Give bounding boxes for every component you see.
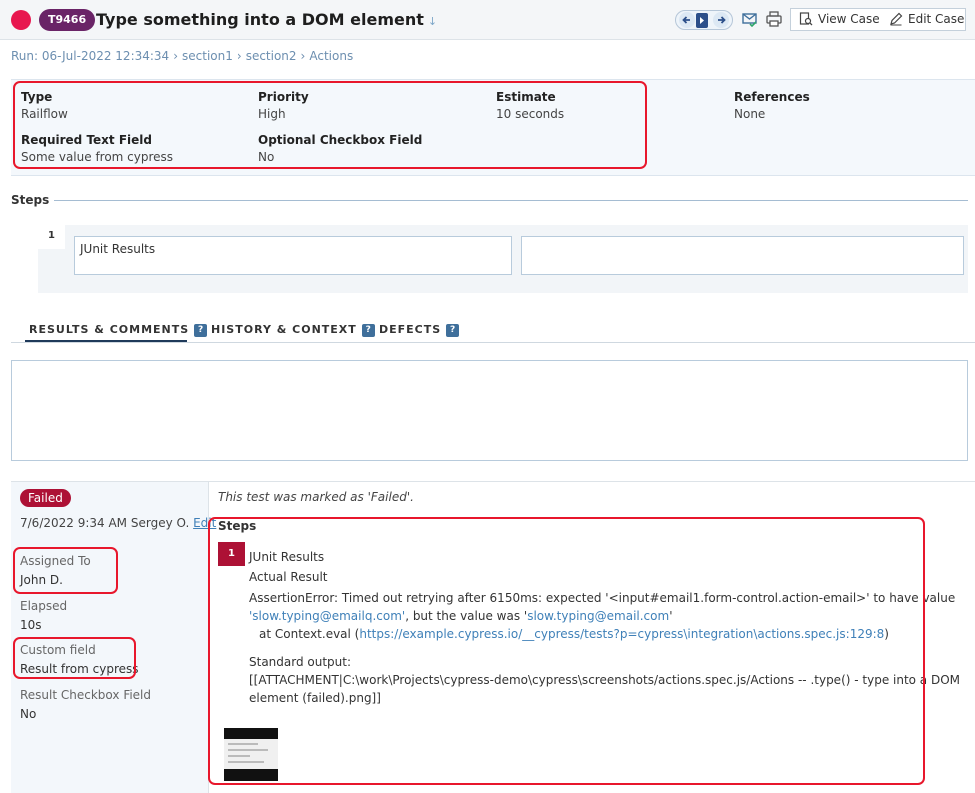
breadcrumb-separator: › bbox=[300, 49, 306, 63]
breadcrumb-separator: › bbox=[236, 49, 242, 63]
breadcrumb-actions[interactable]: Actions bbox=[309, 49, 353, 63]
step-content-text: JUnit Results bbox=[80, 242, 156, 256]
tabs-divider bbox=[11, 342, 975, 343]
breadcrumb: Run: 06-Jul-2022 12:34:34 › section1 › secti… bbox=[11, 49, 353, 63]
edit-case-label: Edit Case bbox=[908, 12, 965, 26]
print-icon[interactable] bbox=[765, 10, 783, 28]
highlight-box-fields bbox=[13, 81, 647, 169]
result-checkbox-label: Result Checkbox Field bbox=[20, 688, 152, 702]
highlight-box-result-steps bbox=[208, 517, 925, 785]
status-dot bbox=[11, 10, 31, 30]
steps-divider bbox=[54, 200, 968, 201]
title-caret-icon[interactable]: ↓ bbox=[428, 15, 437, 28]
tab-history-context[interactable]: HISTORY & CONTEXT? bbox=[211, 323, 375, 337]
case-title-text: Type something into a DOM element bbox=[96, 10, 424, 29]
case-id-badge[interactable]: T9466 bbox=[39, 9, 96, 31]
previous-case-icon[interactable] bbox=[679, 12, 695, 28]
elapsed-label: Elapsed bbox=[20, 599, 68, 613]
help-icon[interactable]: ? bbox=[446, 324, 460, 337]
field-references-label: References bbox=[734, 90, 810, 104]
highlight-box-custom bbox=[13, 637, 136, 679]
edit-case-button[interactable]: Edit Case bbox=[889, 9, 964, 30]
breadcrumb-run[interactable]: Run: 06-Jul-2022 12:34:34 bbox=[11, 49, 169, 63]
case-actions: View Case Edit Case bbox=[790, 8, 966, 31]
breadcrumb-separator: › bbox=[173, 49, 179, 63]
tab-defects-label: DEFECTS bbox=[379, 323, 442, 336]
highlight-box-assigned bbox=[13, 547, 118, 594]
result-meta: 7/6/2022 9:34 AM Sergey O. Edit bbox=[20, 516, 216, 530]
result-checkbox-value: No bbox=[20, 707, 37, 721]
elapsed-value: 10s bbox=[20, 618, 42, 632]
next-case-icon[interactable] bbox=[713, 12, 729, 28]
edit-case-icon bbox=[890, 12, 903, 26]
help-icon[interactable]: ? bbox=[361, 324, 375, 337]
tab-results-comments-label: RESULTS & COMMENTS bbox=[29, 323, 190, 336]
step-number: 1 bbox=[38, 225, 65, 249]
help-icon[interactable]: ? bbox=[194, 324, 208, 337]
tab-defects[interactable]: DEFECTS? bbox=[379, 323, 460, 337]
status-badge: Failed bbox=[20, 489, 71, 507]
case-header: T9466 Type something into a DOM element ↓… bbox=[0, 0, 975, 40]
breadcrumb-section2[interactable]: section2 bbox=[246, 49, 297, 63]
comment-textarea[interactable] bbox=[11, 360, 968, 461]
breadcrumb-section1[interactable]: section1 bbox=[182, 49, 233, 63]
field-references-value: None bbox=[734, 107, 766, 121]
view-case-label: View Case bbox=[818, 12, 880, 26]
result-meta-text: 7/6/2022 9:34 AM Sergey O. bbox=[20, 516, 190, 530]
case-title: Type something into a DOM element ↓ bbox=[96, 10, 437, 29]
view-case-icon bbox=[799, 12, 813, 26]
steps-heading: Steps bbox=[11, 193, 50, 207]
tab-results-comments[interactable]: RESULTS & COMMENTS? bbox=[29, 323, 208, 337]
mail-check-icon[interactable] bbox=[741, 10, 759, 28]
result-status-note: This test was marked as 'Failed'. bbox=[218, 490, 414, 504]
view-case-button[interactable]: View Case bbox=[799, 9, 880, 30]
case-document-icon[interactable] bbox=[696, 13, 708, 28]
step-expected-box bbox=[521, 236, 964, 275]
case-navigation bbox=[675, 10, 733, 30]
step-content-box: JUnit Results bbox=[74, 236, 512, 275]
field-references: References None bbox=[734, 90, 810, 121]
tab-history-context-label: HISTORY & CONTEXT bbox=[211, 323, 357, 336]
